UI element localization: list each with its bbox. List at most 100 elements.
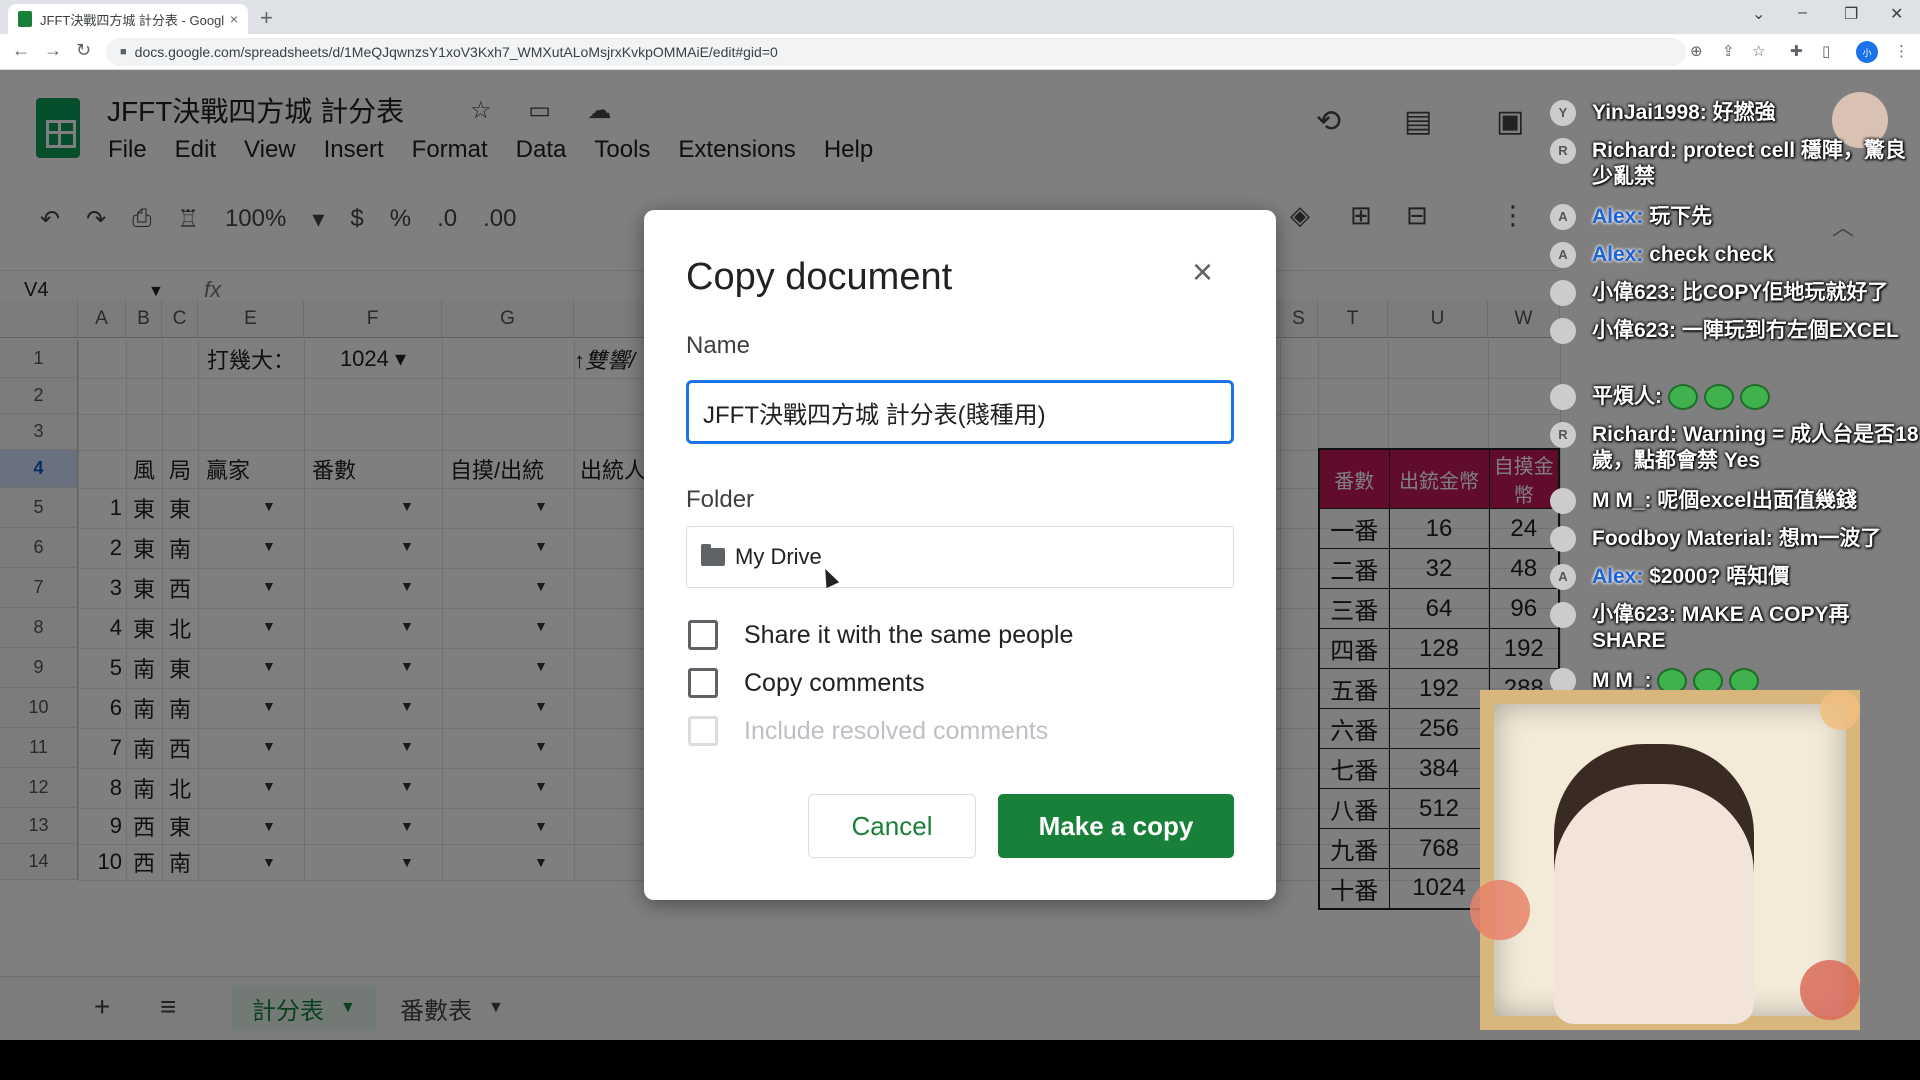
chat-username: 小偉623: <box>1592 281 1682 304</box>
new-tab-icon[interactable]: + <box>260 5 273 31</box>
chat-body: 玩下先 <box>1649 205 1713 228</box>
browser-tab[interactable]: JFFT決戰四方城 計分表 - Google × <box>8 4 248 34</box>
zoom-icon[interactable]: ⊕ <box>1690 42 1703 60</box>
chat-message: R Richard: protect cell 穩陣，驚良少亂禁 <box>1550 138 1920 190</box>
chat-body: 呢個excel出面值幾錢 <box>1657 489 1857 512</box>
cancel-button[interactable]: Cancel <box>808 794 976 858</box>
chat-message-text: Alex: check check <box>1550 242 1920 268</box>
side-panel-icon[interactable]: ▯ <box>1822 42 1830 60</box>
browser-tab-bar: JFFT決戰四方城 計分表 - Google × + ⌄ – ❐ ✕ <box>0 0 1920 34</box>
chat-avatar <box>1550 602 1576 628</box>
chat-message-text: Alex: $2000? 唔知價 <box>1550 564 1920 590</box>
flower-decoration <box>1820 690 1860 730</box>
minimize-icon[interactable]: – <box>1798 4 1807 22</box>
sheets-favicon-icon <box>18 11 32 27</box>
bookmark-star-icon[interactable]: ☆ <box>1752 42 1765 60</box>
chat-message: 小偉623: MAKE A COPY再SHARE <box>1550 602 1920 654</box>
document-name-input[interactable]: JFFT決戰四方城 計分表(賤種用) <box>686 380 1234 444</box>
folder-picker[interactable]: My Drive <box>686 526 1234 588</box>
chat-message-text: 平煩人: <box>1550 384 1920 411</box>
chat-username: YinJai1998: <box>1592 101 1713 124</box>
copy-comments-option[interactable]: Copy comments <box>688 668 925 698</box>
include-resolved-checkbox <box>688 716 718 746</box>
url-bar[interactable]: ■ docs.google.com/spreadsheets/d/1MeQJqw… <box>106 38 1686 66</box>
option-label: Share it with the same people <box>744 620 1074 649</box>
chat-avatar <box>1550 318 1576 344</box>
share-icon[interactable]: ⇪ <box>1722 42 1735 60</box>
chat-message-text: 小偉623: 一陣玩到冇左個EXCEL <box>1550 318 1920 344</box>
chat-avatar: A <box>1550 564 1576 590</box>
chat-message-text: YinJai1998: 好撚強 <box>1550 100 1920 126</box>
chat-avatar: R <box>1550 422 1576 448</box>
name-label: Name <box>686 332 751 359</box>
chat-message-text: Richard: Warning = 成人台是否18歲，點都會禁 Yes <box>1550 422 1920 474</box>
copy-comments-checkbox[interactable] <box>688 668 718 698</box>
chat-username: Richard: <box>1592 139 1684 162</box>
chat-message: A Alex: $2000? 唔知價 <box>1550 564 1920 590</box>
chat-body: 想m一波了 <box>1778 527 1882 550</box>
profile-avatar[interactable]: 小 <box>1856 41 1878 63</box>
chat-avatar: A <box>1550 242 1576 268</box>
chat-body: 比COPY佢地玩就好了 <box>1681 281 1889 304</box>
emote-icon <box>1667 384 1698 411</box>
share-same-people-option[interactable]: Share it with the same people <box>688 620 1073 650</box>
chat-username: 平煩人: <box>1592 385 1668 408</box>
reload-icon[interactable]: ↻ <box>76 40 91 61</box>
chat-username: Alex: <box>1592 565 1650 588</box>
chat-message-text: 小偉623: MAKE A COPY再SHARE <box>1550 602 1920 654</box>
forward-icon[interactable]: → <box>44 40 62 61</box>
chat-avatar <box>1550 384 1576 410</box>
chat-username: M M_: <box>1592 669 1658 692</box>
chat-username: Foodboy Material: <box>1592 527 1779 550</box>
option-label: Include resolved comments <box>744 716 1049 745</box>
chat-message: 平煩人: <box>1550 384 1920 411</box>
include-resolved-comments-option: Include resolved comments <box>688 716 1048 746</box>
flower-decoration <box>1800 960 1860 1020</box>
tab-title: JFFT決戰四方城 計分表 - Google <box>40 12 224 28</box>
folder-name: My Drive <box>735 544 822 569</box>
share-same-people-checkbox[interactable] <box>688 620 718 650</box>
chat-message-text: Foodboy Material: 想m一波了 <box>1550 526 1920 552</box>
folder-label: Folder <box>686 486 755 513</box>
extensions-icon[interactable]: ✚ <box>1790 42 1803 60</box>
chat-message: Foodboy Material: 想m一波了 <box>1550 526 1920 552</box>
chat-username: Richard: <box>1592 423 1684 446</box>
chat-message: M M_: 呢個excel出面值幾錢 <box>1550 488 1920 514</box>
chat-body: $2000? 唔知價 <box>1649 565 1790 588</box>
folder-icon <box>701 544 725 566</box>
option-label: Copy comments <box>744 668 925 697</box>
chat-username: Alex: <box>1592 243 1650 266</box>
chat-avatar: R <box>1550 138 1576 164</box>
chat-message-text: Alex: 玩下先 <box>1550 204 1920 230</box>
chat-body: 好撚強 <box>1712 101 1776 124</box>
chat-avatar <box>1550 488 1576 514</box>
tab-close-icon[interactable]: × <box>230 11 238 27</box>
make-a-copy-button[interactable]: Make a copy <box>998 794 1234 858</box>
chat-message: A Alex: check check <box>1550 242 1920 268</box>
chat-avatar <box>1550 526 1576 552</box>
emote-icon <box>1703 384 1734 411</box>
bottom-black-bar <box>0 1040 1920 1080</box>
back-icon[interactable]: ← <box>12 40 30 61</box>
tab-search-icon[interactable]: ⌄ <box>1752 4 1765 24</box>
chat-body: check check <box>1649 243 1775 266</box>
chat-message: R Richard: Warning = 成人台是否18歲，點都會禁 Yes <box>1550 422 1920 474</box>
browser-menu-icon[interactable]: ⋮ <box>1894 42 1909 60</box>
chat-message: 小偉623: 比COPY佢地玩就好了 <box>1550 280 1920 306</box>
copy-document-dialog: Copy document × Name JFFT決戰四方城 計分表(賤種用) … <box>644 210 1276 900</box>
chat-message-text: Richard: protect cell 穩陣，驚良少亂禁 <box>1550 138 1920 190</box>
url-text: docs.google.com/spreadsheets/d/1MeQJqwnz… <box>134 44 778 60</box>
chat-message-text: 小偉623: 比COPY佢地玩就好了 <box>1550 280 1920 306</box>
chat-username: M M_: <box>1592 489 1658 512</box>
chat-username: 小偉623: <box>1592 319 1682 342</box>
maximize-icon[interactable]: ❐ <box>1844 4 1858 24</box>
chat-message-text: M M_: 呢個excel出面值幾錢 <box>1550 488 1920 514</box>
window-close-icon[interactable]: ✕ <box>1890 4 1903 24</box>
flower-decoration <box>1470 880 1530 940</box>
address-bar-row: ← → ↻ ■ docs.google.com/spreadsheets/d/1… <box>0 34 1920 70</box>
chat-avatar <box>1550 280 1576 306</box>
chat-username: Alex: <box>1592 205 1650 228</box>
close-icon[interactable]: × <box>1192 254 1213 290</box>
lock-icon: ■ <box>120 46 127 58</box>
chat-body: 一陣玩到冇左個EXCEL <box>1681 319 1899 342</box>
